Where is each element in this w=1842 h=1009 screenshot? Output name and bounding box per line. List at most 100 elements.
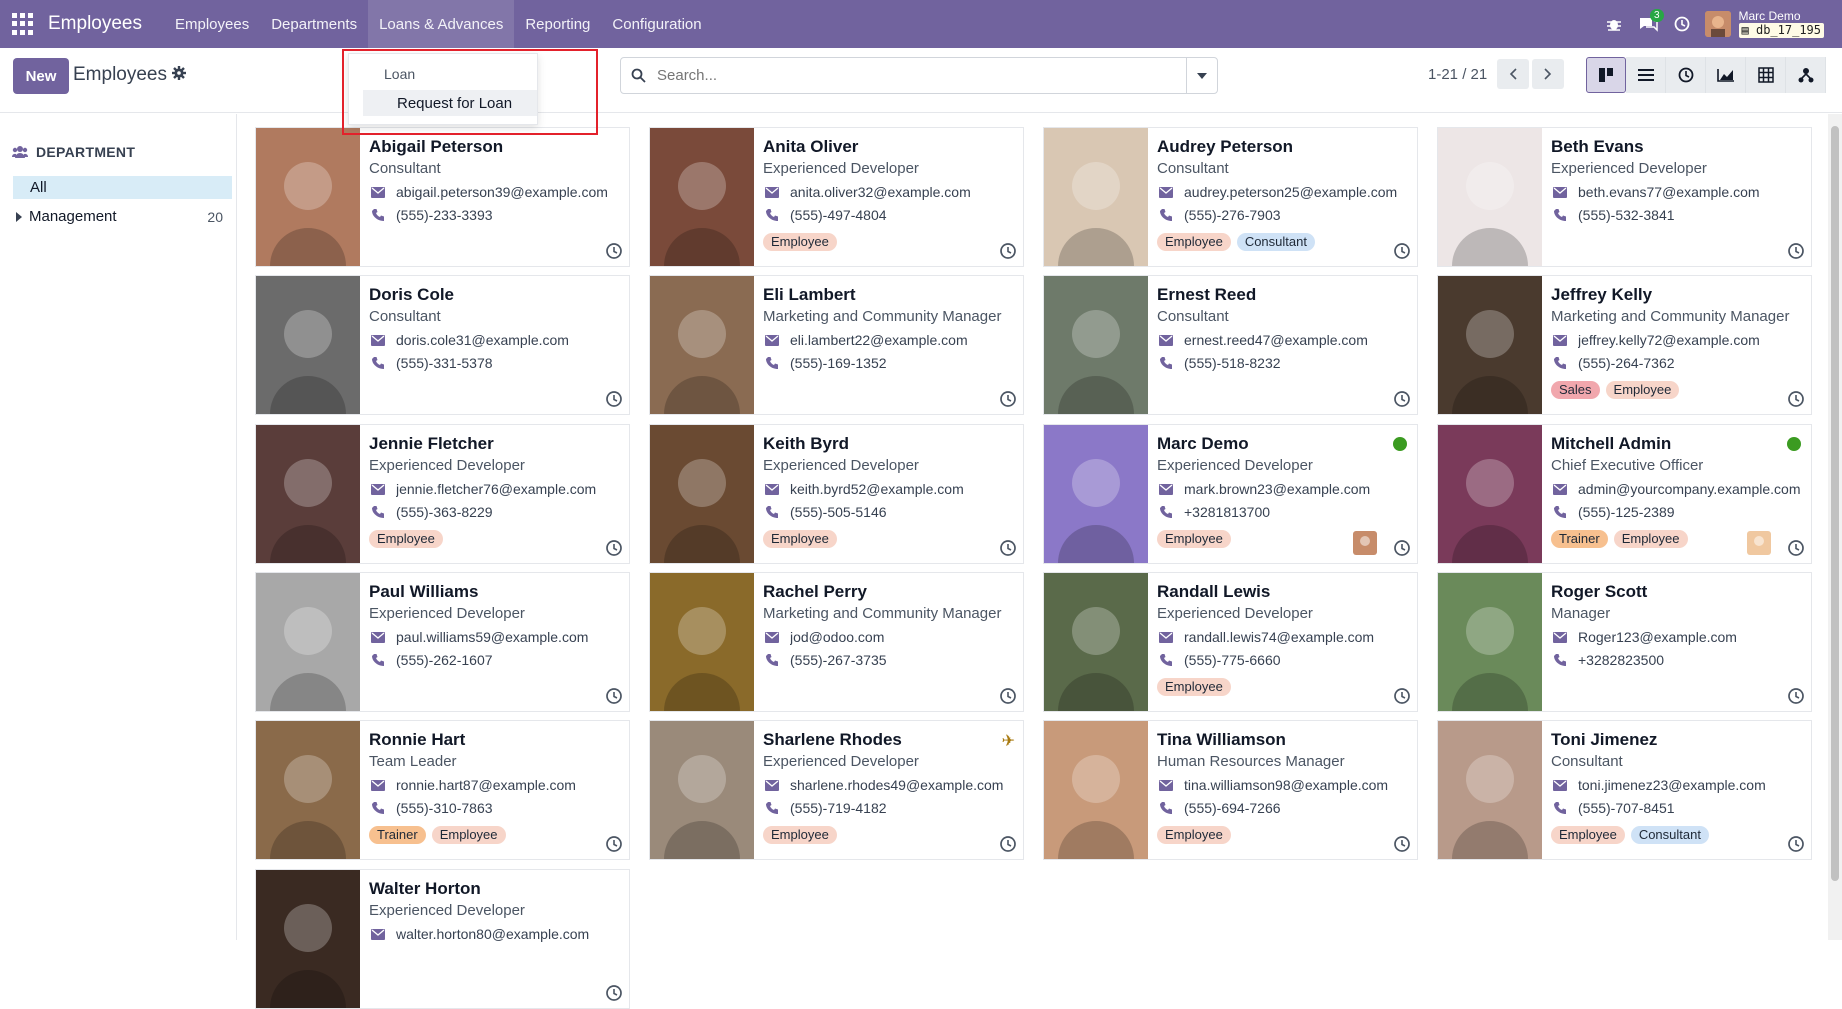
menu-loans-advances[interactable]: Loans & Advances [368, 0, 515, 48]
request-for-loan-menu-item[interactable]: Request for Loan [363, 90, 537, 116]
sidebar-item-management[interactable]: Management 20 [16, 208, 223, 225]
employee-card[interactable]: Keith Byrd Experienced Developer keith.byr… [649, 424, 1024, 564]
activity-clock-icon[interactable] [999, 687, 1017, 705]
pager-next-button[interactable] [1532, 59, 1564, 89]
list-view-button[interactable] [1626, 57, 1666, 93]
employee-email-text: admin@yourcompany.example.com [1578, 481, 1801, 497]
activity-clock-icon[interactable] [1787, 390, 1805, 408]
employee-card[interactable]: Sharlene Rhodes Experienced Developer shar… [649, 720, 1024, 860]
debug-bug-icon[interactable] [1597, 0, 1631, 48]
hierarchy-view-button[interactable] [1786, 57, 1826, 93]
employee-card[interactable]: Anita Oliver Experienced Developer anita.o… [649, 127, 1024, 267]
employee-phone: (555)-363-8229 [369, 504, 493, 520]
employee-email: ronnie.hart87@example.com [369, 777, 622, 793]
activity-clock-icon[interactable] [999, 539, 1017, 557]
envelope-icon [369, 334, 387, 346]
messages-icon[interactable]: 3 [1631, 0, 1665, 48]
employee-card[interactable]: Ronnie Hart Team Leader ronnie.hart87@exam… [255, 720, 630, 860]
app-brand[interactable]: Employees [48, 13, 142, 35]
search-input[interactable] [655, 58, 1186, 93]
tag-badge: Employee [1613, 530, 1688, 548]
employee-card[interactable]: Beth Evans Experienced Developer beth.evan… [1437, 127, 1812, 267]
employee-phone: (555)-264-7362 [1551, 355, 1675, 371]
phone-icon [1157, 654, 1175, 666]
activity-clock-icon[interactable] [605, 390, 623, 408]
employee-card[interactable]: Abigail Peterson Consultant abigail.peters… [255, 127, 630, 267]
employee-name: Tina Williamson [1157, 730, 1286, 749]
employee-card[interactable]: Walter Horton Experienced Developer walter… [255, 869, 630, 1009]
menu-departments[interactable]: Departments [260, 0, 368, 48]
employee-email: mark.brown23@example.com [1157, 481, 1410, 497]
activity-clock-icon[interactable] [605, 835, 623, 853]
activity-clock-icon[interactable] [1393, 835, 1411, 853]
employee-tags: Employee [763, 530, 837, 548]
employee-card[interactable]: Tina Williamson Human Resources Manager ti… [1043, 720, 1418, 860]
employee-card[interactable]: Mitchell Admin Chief Executive Officer adm… [1437, 424, 1812, 564]
employee-email: sharlene.rhodes49@example.com [763, 777, 1016, 793]
gear-icon[interactable] [172, 66, 186, 84]
employee-job-title: Experienced Developer [369, 902, 525, 919]
activity-clock-icon[interactable] [605, 687, 623, 705]
apps-menu-icon[interactable] [12, 13, 34, 35]
employee-phone: (555)-267-3735 [763, 652, 887, 668]
activity-clock-icon[interactable] [1393, 390, 1411, 408]
envelope-icon [763, 779, 781, 791]
employee-card[interactable]: Rachel Perry Marketing and Community Mana… [649, 572, 1024, 712]
menu-configuration[interactable]: Configuration [601, 0, 712, 48]
activity-view-button[interactable] [1666, 57, 1706, 93]
employee-card[interactable]: Ernest Reed Consultant ernest.reed47@examp… [1043, 275, 1418, 415]
employee-name: Doris Cole [369, 285, 455, 304]
activity-clock-icon[interactable] [605, 984, 623, 1002]
activity-clock-icon[interactable] [999, 390, 1017, 408]
employee-card[interactable]: Jeffrey Kelly Marketing and Community Man… [1437, 275, 1812, 415]
new-button[interactable]: New [13, 58, 69, 94]
scrollbar[interactable] [1828, 114, 1842, 940]
menu-employees[interactable]: Employees [164, 0, 260, 48]
sidebar-item-all[interactable]: All [13, 176, 232, 199]
page-title: Employees [73, 64, 167, 85]
employee-card[interactable]: Doris Cole Consultant doris.cole31@example… [255, 275, 630, 415]
activity-clock-icon[interactable] [999, 242, 1017, 260]
pager-previous-button[interactable] [1497, 59, 1529, 89]
activity-clock-icon[interactable] [1787, 539, 1805, 557]
employee-job-title: Experienced Developer [369, 457, 525, 474]
user-avatar[interactable] [1747, 531, 1771, 555]
employee-job-title: Experienced Developer [1157, 457, 1313, 474]
caret-right-icon[interactable] [16, 211, 22, 222]
pivot-view-button[interactable] [1746, 57, 1786, 93]
employee-card[interactable]: Toni Jimenez Consultant toni.jimenez23@exa… [1437, 720, 1812, 860]
user-avatar[interactable] [1704, 11, 1731, 37]
employee-email: ernest.reed47@example.com [1157, 332, 1410, 348]
activity-clock-icon[interactable] [605, 242, 623, 260]
kanban-view-button[interactable] [1586, 57, 1626, 93]
employee-email-text: randall.lewis74@example.com [1184, 629, 1375, 645]
envelope-icon [1157, 334, 1175, 346]
employee-card[interactable]: Audrey Peterson Consultant audrey.peterson… [1043, 127, 1418, 267]
menu-reporting[interactable]: Reporting [514, 0, 601, 48]
activity-clock-icon[interactable] [605, 539, 623, 557]
user-avatar[interactable] [1353, 531, 1377, 555]
employee-card[interactable]: Marc Demo Experienced Developer mark.brown… [1043, 424, 1418, 564]
employee-card[interactable]: Randall Lewis Experienced Developer randal… [1043, 572, 1418, 712]
activity-clock-icon[interactable] [1665, 0, 1699, 48]
employee-email: toni.jimenez23@example.com [1551, 777, 1804, 793]
activity-clock-icon[interactable] [1393, 539, 1411, 557]
activity-clock-icon[interactable] [1393, 687, 1411, 705]
graph-view-button[interactable] [1706, 57, 1746, 93]
employee-card[interactable]: Paul Williams Experienced Developer paul.w… [255, 572, 630, 712]
employee-card[interactable]: Eli Lambert Marketing and Community Manag… [649, 275, 1024, 415]
activity-clock-icon[interactable] [1393, 242, 1411, 260]
employee-card[interactable]: Roger Scott Manager Roger123@example.com +3… [1437, 572, 1812, 712]
employee-card[interactable]: Jennie Fletcher Experienced Developer jenn… [255, 424, 630, 564]
user-menu[interactable]: Marc Demo ▤ db_17_195 [1738, 10, 1824, 38]
employee-job-title: Experienced Developer [763, 457, 919, 474]
activity-clock-icon[interactable] [1787, 687, 1805, 705]
search-options-toggle[interactable] [1186, 58, 1217, 93]
employee-tags: Employee [763, 826, 837, 844]
phone-icon [763, 654, 781, 666]
activity-clock-icon[interactable] [1787, 242, 1805, 260]
pager-value[interactable]: 1-21 / 21 [1428, 66, 1487, 83]
activity-clock-icon[interactable] [999, 835, 1017, 853]
employee-phone: (555)-505-5146 [763, 504, 887, 520]
activity-clock-icon[interactable] [1787, 835, 1805, 853]
